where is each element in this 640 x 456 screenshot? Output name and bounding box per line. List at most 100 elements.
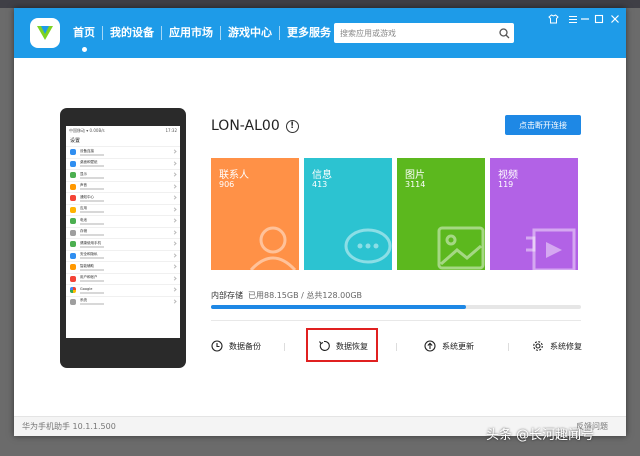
update-button[interactable]: 系统更新: [424, 332, 474, 360]
nav-more-services[interactable]: 更多服务: [280, 8, 338, 58]
phone-settings-label: 通知中心: [80, 194, 94, 199]
tile-photos[interactable]: 图片 3114: [397, 158, 485, 270]
phone-screen: 中国移动 ▾ 0.00B/s 17:32 设置 设备连接 桌面和壁纸 显示 声音 通知中…: [66, 126, 180, 338]
phone-settings-text: 设备连接: [80, 149, 104, 156]
disconnect-button[interactable]: 点击断开连接: [505, 115, 581, 135]
search-box: [334, 23, 514, 43]
phone-settings-icon: [70, 229, 76, 236]
phone-settings-row: 电池: [66, 215, 180, 227]
chevron-right-icon: [172, 195, 177, 200]
action-divider: [396, 343, 397, 351]
nav-game-center[interactable]: 游戏中心: [221, 8, 279, 58]
phone-status-time: 17:32: [165, 128, 177, 133]
repair-button[interactable]: 系统修复: [532, 332, 582, 360]
chevron-right-icon: [172, 229, 177, 235]
title-bar: 首页 我的设备 应用市场 游戏中心 更多服务: [14, 8, 626, 58]
phone-settings-row: 设备连接: [66, 146, 180, 158]
backup-button[interactable]: 数据备份: [211, 332, 261, 360]
backup-label: 数据备份: [229, 341, 261, 351]
phone-settings-row: 安全和隐私: [66, 249, 180, 262]
phone-settings-label: 健康使用手机: [80, 240, 101, 245]
chevron-right-icon: [172, 287, 177, 292]
storage-progress-bar: [211, 305, 581, 309]
phone-settings-icon: [70, 252, 76, 259]
close-icon: [611, 15, 619, 23]
nav-app-market[interactable]: 应用市场: [162, 8, 220, 58]
phone-settings-icon: [70, 287, 76, 294]
version-text: 华为手机助手 10.1.1.500: [22, 422, 116, 431]
message-bubble-icon: [344, 228, 392, 264]
phone-settings-icon: [70, 241, 76, 248]
nav-my-device[interactable]: 我的设备: [103, 8, 161, 58]
watermark: 头条 @长河趣闻号: [486, 428, 595, 443]
phone-settings-text: 用户和帐户: [80, 275, 104, 283]
phone-settings-label: 智能辅助: [80, 263, 94, 268]
phone-settings-row: Google: [66, 284, 180, 296]
storage-progress-fill: [211, 305, 466, 309]
chevron-right-icon: [172, 298, 177, 304]
phone-settings-label: 安全和隐私: [80, 252, 98, 257]
phone-preview: 中国移动 ▾ 0.00B/s 17:32 设置 设备连接 桌面和壁纸 显示 声音 通知中…: [60, 108, 186, 368]
nav-home[interactable]: 首页: [66, 8, 102, 58]
phone-settings-row: 系统: [66, 295, 180, 308]
phone-screen-title: 设置: [70, 138, 81, 144]
action-divider: [284, 343, 285, 351]
phone-settings-row: 智能辅助: [66, 261, 180, 273]
phone-settings-icon: [70, 264, 76, 271]
phone-settings-icon: [70, 275, 76, 282]
menu-icon: [569, 15, 577, 23]
phone-settings-subline: [80, 211, 104, 214]
phone-settings-text: 健康使用手机: [80, 241, 104, 248]
tile-label: 信息: [312, 170, 332, 181]
desktop-background: [0, 0, 640, 8]
phone-settings-row: 显示: [66, 169, 180, 181]
chevron-right-icon: [172, 206, 177, 212]
chevron-right-icon: [172, 172, 177, 177]
chevron-right-icon: [172, 252, 177, 258]
phone-settings-row: 桌面和壁纸: [66, 157, 180, 170]
chevron-right-icon: [172, 218, 177, 223]
tile-count: 906: [219, 180, 235, 189]
restore-highlight-box: [306, 328, 378, 362]
phone-settings-label: 设备连接: [80, 148, 94, 153]
phone-settings-subline: [80, 303, 104, 306]
phone-settings-label: 用户和帐户: [80, 275, 98, 280]
phone-settings-row: 声音: [66, 180, 180, 193]
search-icon: [498, 27, 509, 38]
tile-count: 413: [312, 180, 328, 189]
search-input[interactable]: [340, 28, 494, 38]
info-icon[interactable]: !: [285, 119, 299, 133]
phone-settings-text: 存储: [80, 229, 104, 237]
phone-settings-icon: [70, 183, 76, 190]
phone-settings-list: 设备连接桌面和壁纸显示声音 通知中心应用 电池存储健康使用手机 安全和隐私智能辅助用户…: [66, 146, 180, 307]
phone-settings-text: 应用: [80, 206, 104, 214]
main-nav: 首页 我的设备 应用市场 游戏中心 更多服务: [66, 8, 338, 58]
phone-settings-row: 用户和帐户: [66, 272, 180, 285]
tile-messages[interactable]: 信息 413: [304, 158, 392, 270]
phone-settings-row: 存储: [66, 226, 180, 239]
phone-settings-label: 显示: [80, 171, 87, 176]
chevron-right-icon: [172, 183, 177, 189]
phone-settings-label: Google: [80, 286, 93, 291]
app-logo: [30, 18, 60, 48]
search-button[interactable]: [494, 23, 514, 43]
skin-button[interactable]: [546, 12, 560, 26]
minimize-icon: [581, 18, 589, 20]
phone-settings-subline: [80, 245, 104, 248]
phone-settings-icon: [70, 172, 76, 179]
close-button[interactable]: [608, 12, 622, 26]
leaf-logo-icon: [37, 26, 53, 40]
phone-settings-icon: [70, 218, 76, 225]
phone-settings-text: 桌面和壁纸: [80, 160, 104, 168]
tile-label: 视频: [498, 170, 518, 181]
minimize-button[interactable]: [578, 12, 592, 26]
phone-settings-text: 安全和隐私: [80, 252, 104, 260]
picture-icon: [437, 226, 485, 270]
phone-settings-text: 系统: [80, 298, 104, 306]
storage-label: 内部存储: [211, 291, 243, 300]
tile-contacts[interactable]: 联系人 906: [211, 158, 299, 270]
tile-videos[interactable]: 视频 119: [490, 158, 578, 270]
app-window: 首页 我的设备 应用市场 游戏中心 更多服务 搜索应用或游戏 中国移动 ▾ 0.…: [14, 8, 626, 436]
maximize-button[interactable]: [592, 12, 606, 26]
film-icon: [526, 228, 576, 270]
